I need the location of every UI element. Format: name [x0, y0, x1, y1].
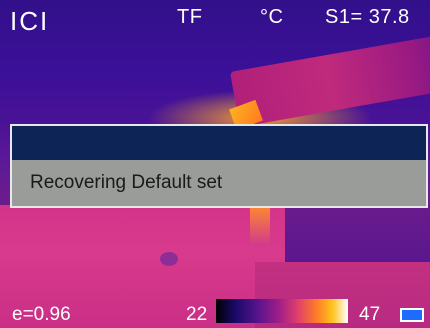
cool-blob [160, 252, 178, 266]
temperature-unit: °C [260, 6, 284, 28]
mode-indicator: TF [177, 6, 203, 28]
color-palette-bar [216, 299, 348, 323]
scale-max-label: 47 [359, 304, 381, 325]
status-dialog: Recovering Default set [10, 124, 428, 208]
dialog-header [12, 126, 426, 160]
dialog-message: Recovering Default set [30, 172, 223, 193]
thermal-image: ICI TF °C S1= 37.8 Recovering Default se… [0, 0, 430, 328]
emissivity-readout: e=0.96 [12, 304, 71, 325]
spot-reading: S1= 37.8 [325, 6, 410, 28]
brand-logo: ICI [10, 6, 50, 36]
warm-edge [250, 205, 270, 245]
scale-min-label: 22 [186, 304, 208, 325]
battery-icon [400, 308, 424, 322]
